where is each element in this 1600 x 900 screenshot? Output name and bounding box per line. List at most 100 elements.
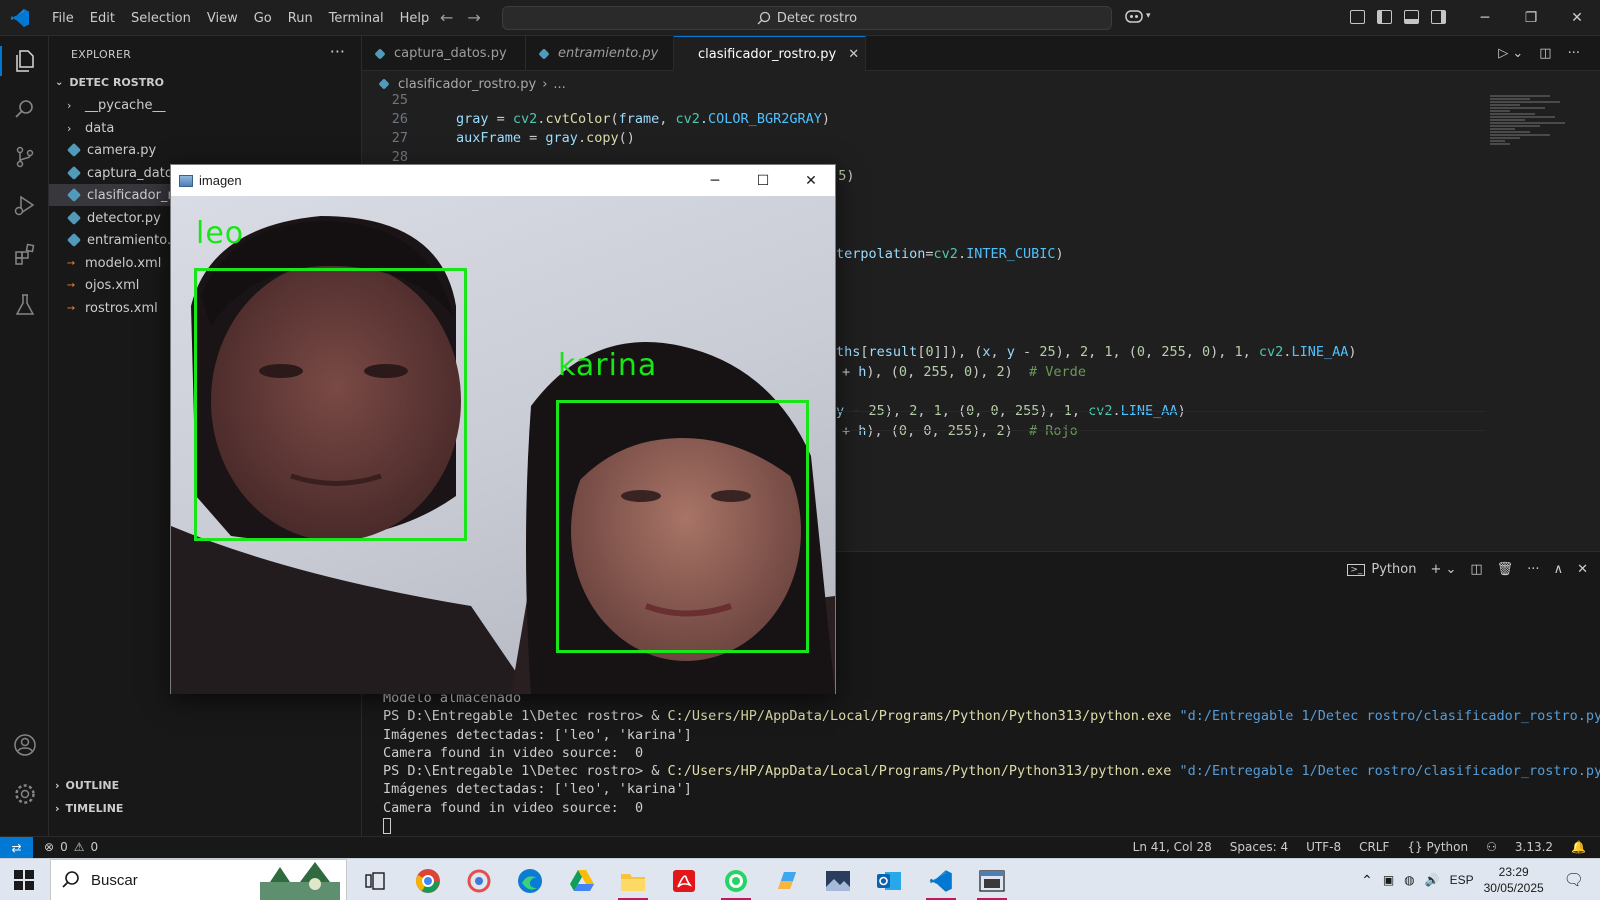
chrome-icon[interactable] [411, 865, 445, 897]
outlook-icon[interactable] [872, 865, 906, 897]
command-center-search[interactable]: Detec rostro [502, 6, 1112, 30]
outline-section[interactable]: › OUTLINE [55, 779, 119, 792]
file-explorer-icon[interactable] [616, 865, 650, 900]
breadcrumb-file[interactable]: clasificador_rostro.py [398, 77, 536, 92]
more-actions-icon[interactable]: ··· [330, 42, 345, 61]
forward-arrow-icon[interactable]: → [467, 8, 480, 27]
indentation[interactable]: Spaces: 4 [1230, 840, 1288, 854]
photo-viewer-icon[interactable] [821, 865, 855, 897]
extensions-icon[interactable] [12, 242, 38, 268]
volume-icon[interactable]: 🔊 [1425, 873, 1440, 887]
clock[interactable]: 23:29 30/05/2025 [1484, 864, 1544, 896]
copilot-button[interactable]: ▾ [1124, 8, 1151, 24]
opencv-window-titlebar[interactable]: imagen ─ ☐ ✕ [171, 165, 835, 196]
tree-folder-pycache[interactable]: › __pycache__ [49, 94, 362, 116]
task-view-icon[interactable] [358, 865, 392, 897]
close-icon[interactable]: ✕ [1554, 0, 1600, 36]
more-actions-icon[interactable]: ··· [1527, 562, 1539, 577]
show-hidden-icons-icon[interactable]: ⌃ [1361, 872, 1373, 889]
menu-help[interactable]: Help [392, 11, 438, 26]
network-icon[interactable]: ◍ [1404, 873, 1414, 887]
code-text: gray = cv2.cvtColor(frame, cv2.COLOR_BGR… [456, 111, 830, 127]
opencv-image-window[interactable]: imagen ─ ☐ ✕ leo karina [170, 164, 836, 694]
problems-indicator[interactable]: ⊗ 0 ⚠ 0 [44, 840, 98, 854]
menu-file[interactable]: File [44, 11, 82, 26]
token: copy [586, 130, 619, 146]
close-tab-icon[interactable]: ✕ [848, 47, 859, 62]
run-python-file-icon[interactable]: ▷ ⌄ [1498, 46, 1523, 61]
python-window-icon[interactable] [975, 865, 1009, 900]
encoding[interactable]: UTF-8 [1306, 840, 1341, 854]
search-icon[interactable] [12, 96, 38, 122]
windows-start-icon[interactable] [14, 870, 34, 890]
minimize-icon[interactable]: ─ [1462, 0, 1508, 36]
close-panel-icon[interactable]: ✕ [1577, 562, 1588, 577]
python-version[interactable]: 3.13.2 [1515, 840, 1553, 854]
terminal-output[interactable]: Modelo almacenado PS D:\Entregable 1\Det… [383, 690, 1600, 836]
whatsapp-icon[interactable] [719, 865, 753, 900]
token: ) [1348, 344, 1357, 360]
remote-indicator-icon[interactable]: ⇄ [0, 837, 33, 859]
toggle-secondary-sidebar-icon[interactable] [1431, 10, 1446, 24]
copilot-status-icon[interactable]: ⚇ [1486, 840, 1497, 854]
split-terminal-icon[interactable]: ◫ [1470, 562, 1482, 577]
minimap[interactable] [1490, 94, 1590, 184]
more-actions-icon[interactable]: ··· [1568, 46, 1580, 61]
tree-folder-data[interactable]: › data [49, 117, 362, 139]
end-of-line[interactable]: CRLF [1359, 840, 1389, 854]
account-icon[interactable] [12, 732, 38, 758]
back-arrow-icon[interactable]: ← [440, 8, 453, 27]
copilot-app-icon[interactable] [770, 865, 804, 897]
acrobat-icon[interactable] [667, 865, 701, 897]
tab-captura-datos[interactable]: captura_datos.py [362, 36, 526, 71]
customize-layout-icon[interactable] [1350, 10, 1365, 24]
menu-run[interactable]: Run [280, 11, 321, 26]
close-icon[interactable]: ✕ [787, 165, 835, 196]
maximize-panel-icon[interactable]: ∧ [1554, 562, 1564, 577]
kill-terminal-icon[interactable]: 🗑 [1497, 562, 1514, 577]
menu-edit[interactable]: Edit [82, 11, 123, 26]
source-control-icon[interactable] [12, 144, 38, 170]
menu-terminal[interactable]: Terminal [321, 11, 392, 26]
new-terminal-icon[interactable]: + ⌄ [1430, 562, 1456, 577]
breadcrumb-symbol[interactable]: ... [553, 77, 565, 92]
explorer-icon[interactable] [12, 48, 38, 74]
tab-entramiento[interactable]: entramiento.py [526, 36, 674, 71]
timeline-section[interactable]: › TIMELINE [55, 802, 123, 815]
chevron-down-icon: ⌄ [55, 77, 64, 88]
breadcrumb: clasificador_rostro.py › ... [378, 74, 566, 94]
notifications-bell-icon[interactable]: 🔔 [1571, 840, 1586, 854]
toggle-panel-icon[interactable] [1404, 10, 1419, 24]
language-mode[interactable]: {} Python [1407, 840, 1468, 854]
workspace-root-folder[interactable]: ⌄ DETEC ROSTRO [55, 76, 164, 89]
cursor-position[interactable]: Ln 41, Col 28 [1133, 840, 1212, 854]
prompt: PS D:\Entregable 1\Detec rostro> & [383, 708, 668, 725]
tab-clasificador-rostro[interactable]: clasificador_rostro.py ✕ [674, 36, 866, 71]
warning-count: 0 [90, 840, 99, 854]
camera-status-icon[interactable]: ▣ [1383, 873, 1394, 887]
token: , [1088, 344, 1105, 360]
google-drive-icon[interactable] [565, 865, 599, 897]
menu-view[interactable]: View [199, 11, 246, 26]
maximize-icon[interactable]: ☐ [739, 165, 787, 196]
code-fragment: terpolation=cv2.INTER_CUBIC) [836, 246, 1064, 262]
run-debug-icon[interactable] [12, 192, 38, 218]
terminal-selector[interactable]: >_ Python [1347, 562, 1416, 577]
toggle-sidebar-icon[interactable] [1377, 10, 1392, 24]
testing-flask-icon[interactable] [12, 292, 38, 318]
tree-file-camera[interactable]: camera.py [49, 139, 362, 161]
notifications-icon[interactable]: 🗨 [1564, 870, 1584, 890]
minimize-icon[interactable]: ─ [691, 165, 739, 196]
edge-icon[interactable] [513, 865, 547, 897]
photos-app-icon[interactable] [462, 865, 496, 897]
split-editor-icon[interactable]: ◫ [1539, 46, 1551, 61]
menu-go[interactable]: Go [246, 11, 280, 26]
vscode-taskbar-icon[interactable] [924, 865, 958, 900]
keyboard-language[interactable]: ESP [1450, 873, 1474, 887]
token: ), ( [866, 364, 899, 380]
settings-gear-icon[interactable] [12, 781, 38, 807]
taskbar-search[interactable]: Buscar [50, 859, 347, 900]
restore-icon[interactable]: ❐ [1508, 0, 1554, 36]
workspace-root-label: DETEC ROSTRO [69, 76, 165, 89]
menu-selection[interactable]: Selection [123, 11, 199, 26]
